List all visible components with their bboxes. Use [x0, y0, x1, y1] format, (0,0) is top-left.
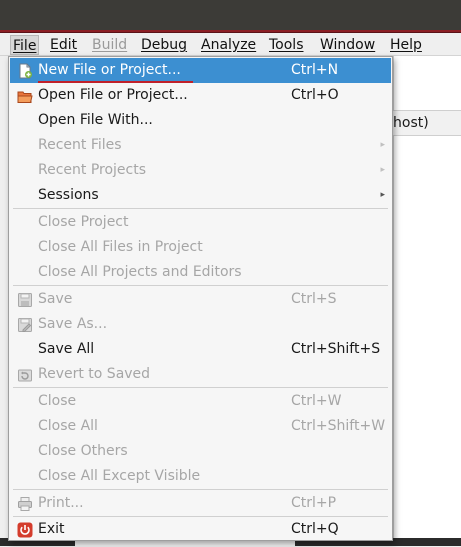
background-column-header: host) — [393, 110, 461, 136]
menu-separator — [13, 387, 388, 388]
menu-item-close-all[interactable]: Close All Ctrl+Shift+W — [10, 414, 391, 439]
menu-item-open-file-with[interactable]: Open File With... — [10, 108, 391, 133]
menu-item-label: Open File or Project... — [38, 87, 188, 103]
file-menu-dropdown: New File or Project... Ctrl+N Open File … — [8, 56, 393, 541]
menu-item-label: Recent Projects — [38, 162, 147, 178]
menu-item-recent-projects[interactable]: Recent Projects ▸ — [10, 158, 391, 183]
menu-item-label: Exit — [38, 521, 65, 537]
power-icon — [17, 522, 33, 538]
submenu-arrow-icon: ▸ — [380, 190, 385, 200]
menu-item-close[interactable]: Close Ctrl+W — [10, 389, 391, 414]
menu-item-label: Close — [38, 393, 77, 409]
menu-item-label: Save As... — [38, 316, 108, 332]
menu-bar: File Edit Build Debug Analyze Tools Wind… — [0, 33, 461, 56]
menu-item-print[interactable]: Print... Ctrl+P — [10, 491, 391, 516]
revert-icon — [17, 367, 33, 383]
menu-item-shortcut: Ctrl+N — [291, 62, 339, 78]
menu-item-save-as[interactable]: Save As... — [10, 312, 391, 337]
menu-separator — [13, 489, 388, 490]
menu-item-label: Open File With... — [38, 112, 153, 128]
menu-file[interactable]: File — [10, 35, 40, 55]
submenu-arrow-icon: ▸ — [380, 165, 385, 175]
menu-item-shortcut: Ctrl+S — [291, 291, 337, 307]
menu-item-save[interactable]: Save Ctrl+S — [10, 287, 391, 312]
menu-item-save-all[interactable]: Save All Ctrl+Shift+S — [10, 337, 391, 362]
menu-item-label: Sessions — [38, 187, 99, 203]
menu-item-label: Print... — [38, 495, 84, 511]
menu-item-recent-files[interactable]: Recent Files ▸ — [10, 133, 391, 158]
menu-item-label: Recent Files — [38, 137, 122, 153]
window-titlebar — [0, 0, 461, 33]
menu-item-close-all-files-in-project[interactable]: Close All Files in Project — [10, 235, 391, 260]
titlebar-accent — [0, 30, 461, 32]
menu-item-open-file-or-project[interactable]: Open File or Project... Ctrl+O — [10, 83, 391, 108]
menu-item-label: Close All — [38, 418, 98, 434]
menu-item-label: Close All Except Visible — [38, 468, 201, 484]
menu-item-close-project[interactable]: Close Project — [10, 210, 391, 235]
menu-item-label: Close Project — [38, 214, 129, 230]
menu-item-label: Save — [38, 291, 73, 307]
menu-item-shortcut: Ctrl+Shift+S — [291, 341, 381, 357]
menu-item-shortcut: Ctrl+W — [291, 393, 342, 409]
open-folder-icon — [17, 88, 33, 104]
menu-item-close-others[interactable]: Close Others — [10, 439, 391, 464]
menu-separator — [13, 208, 388, 209]
menu-item-shortcut: Ctrl+Shift+W — [291, 418, 386, 434]
menu-item-label: Save All — [38, 341, 95, 357]
submenu-arrow-icon: ▸ — [380, 140, 385, 150]
menu-item-label: Close All Projects and Editors — [38, 264, 242, 280]
menu-window[interactable]: Window — [318, 35, 377, 55]
menu-item-shortcut: Ctrl+O — [291, 87, 339, 103]
menu-edit[interactable]: Edit — [48, 35, 79, 55]
menu-item-shortcut: Ctrl+Q — [291, 521, 339, 537]
menu-item-new-file-or-project[interactable]: New File or Project... Ctrl+N — [10, 58, 391, 83]
menu-help[interactable]: Help — [388, 35, 424, 55]
menu-item-shortcut: Ctrl+P — [291, 495, 337, 511]
save-icon — [17, 292, 33, 308]
menu-build[interactable]: Build — [90, 35, 129, 55]
menu-separator — [13, 285, 388, 286]
new-file-icon — [17, 63, 33, 79]
menu-item-label: Revert to Saved — [38, 366, 151, 382]
menu-item-revert-to-saved[interactable]: Revert to Saved — [10, 362, 391, 387]
print-icon — [17, 496, 33, 512]
menu-tools[interactable]: Tools — [267, 35, 306, 55]
menu-item-close-all-projects-and-editors[interactable]: Close All Projects and Editors — [10, 260, 391, 285]
menu-item-exit[interactable]: Exit Ctrl+Q — [10, 517, 391, 542]
save-as-icon — [17, 317, 33, 333]
menu-item-sessions[interactable]: Sessions ▸ — [10, 183, 391, 208]
menu-item-label: Close All Files in Project — [38, 239, 203, 255]
menu-item-close-all-except-visible[interactable]: Close All Except Visible — [10, 464, 391, 489]
menu-analyze[interactable]: Analyze — [199, 35, 258, 55]
menu-item-label: New File or Project... — [38, 62, 181, 78]
menu-debug[interactable]: Debug — [139, 35, 189, 55]
menu-item-label: Close Others — [38, 443, 128, 459]
